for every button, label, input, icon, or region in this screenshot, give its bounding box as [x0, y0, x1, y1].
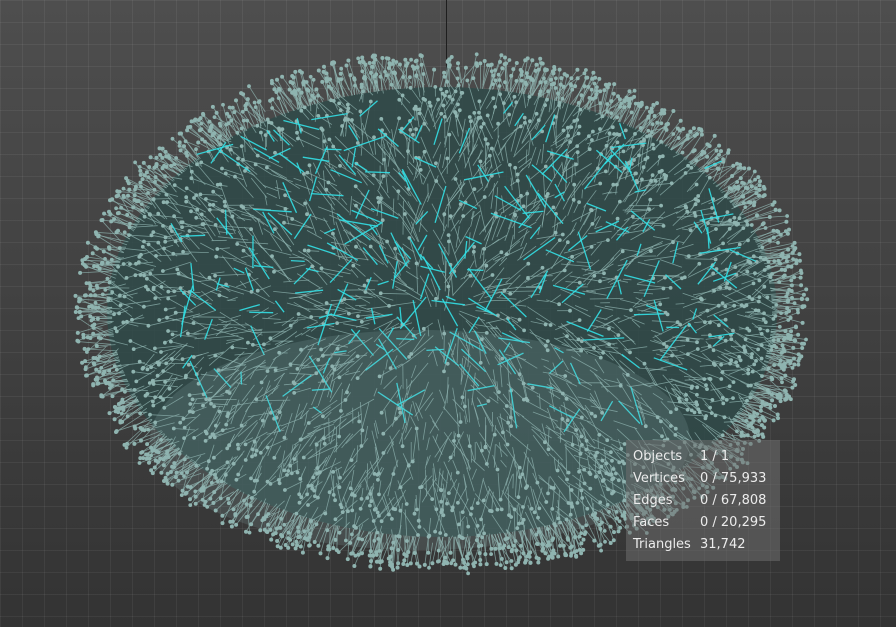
stat-label: Triangles — [633, 537, 691, 552]
stat-label: Edges — [633, 493, 673, 508]
stat-label: Vertices — [633, 471, 685, 486]
stat-row-edges: Edges 0 / 67,808 — [633, 490, 780, 512]
stat-value: 31,742 — [700, 537, 746, 552]
stat-row-faces: Faces 0 / 20,295 — [633, 512, 780, 534]
stat-value: 0 / 75,933 — [700, 471, 767, 486]
stats-overlay: Objects 1 / 1 Vertices 0 / 75,933 Edges 0 /… — [626, 440, 780, 561]
stat-value: 0 / 67,808 — [700, 493, 767, 508]
stat-row-vertices: Vertices 0 / 75,933 — [633, 468, 780, 490]
stat-row-triangles: Triangles 31,742 — [633, 534, 780, 556]
stat-value: 1 / 1 — [700, 449, 730, 464]
stat-label: Faces — [633, 515, 670, 530]
stat-row-objects: Objects 1 / 1 — [633, 446, 780, 468]
3d-viewport[interactable]: Objects 1 / 1 Vertices 0 / 75,933 Edges 0 /… — [0, 0, 896, 627]
stat-value: 0 / 20,295 — [700, 515, 767, 530]
stat-label: Objects — [633, 449, 683, 464]
